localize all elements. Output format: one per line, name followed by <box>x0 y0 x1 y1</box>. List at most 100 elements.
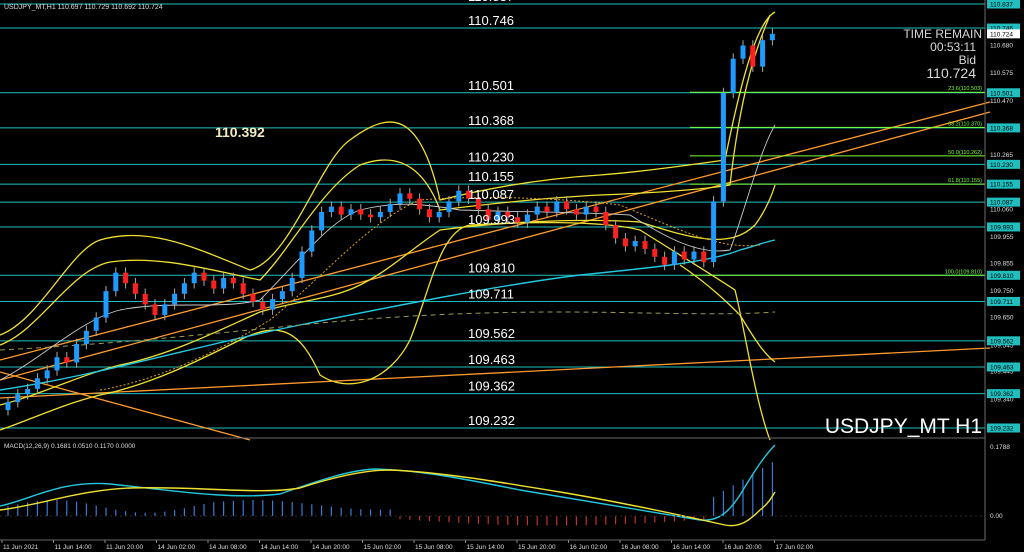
candle-body[interactable] <box>407 193 413 199</box>
candle-body[interactable] <box>593 206 599 212</box>
price-level-label: 110.230 <box>468 149 514 164</box>
candle-body[interactable] <box>603 211 609 226</box>
candle-body[interactable] <box>289 277 295 292</box>
price-box-label: 110.087 <box>990 200 1013 207</box>
candle-body[interactable] <box>319 211 325 231</box>
candle-body[interactable] <box>113 272 119 292</box>
price-box-label: 109.232 <box>990 426 1014 433</box>
candle-body[interactable] <box>387 203 393 212</box>
price-box-label: 110.155 <box>990 182 1013 189</box>
candle-body[interactable] <box>426 209 432 218</box>
candle-body[interactable] <box>270 299 276 310</box>
candle-body[interactable] <box>417 198 423 210</box>
candle-body[interactable] <box>564 201 570 210</box>
candle-body[interactable] <box>309 230 315 252</box>
macd-histogram-bar <box>428 516 430 522</box>
candle-body[interactable] <box>397 193 403 204</box>
candle-body[interactable] <box>534 206 540 215</box>
macd-histogram-bar <box>722 491 724 516</box>
candle-body[interactable] <box>652 248 658 257</box>
candle-body[interactable] <box>348 209 354 215</box>
time-remain-value: 00:53:11 <box>930 40 976 54</box>
candle-body[interactable] <box>64 357 70 363</box>
price-box-label: 110.724 <box>990 31 1013 38</box>
time-axis-label: 11 Jun 14:00 <box>55 544 92 551</box>
candle-body[interactable] <box>456 190 462 202</box>
candle-body[interactable] <box>181 283 187 294</box>
candle-body[interactable] <box>260 301 266 310</box>
candle-body[interactable] <box>142 293 148 305</box>
macd-histogram-bar <box>566 516 568 526</box>
candle-body[interactable] <box>93 317 99 331</box>
candle-body[interactable] <box>152 304 158 315</box>
candle-body[interactable] <box>583 206 589 215</box>
candle-body[interactable] <box>83 330 89 344</box>
candle-body[interactable] <box>368 214 374 218</box>
candle-body[interactable] <box>25 388 31 395</box>
candle-body[interactable] <box>524 214 530 223</box>
candle-body[interactable] <box>515 217 521 223</box>
candle-body[interactable] <box>132 283 138 294</box>
candle-body[interactable] <box>662 256 668 265</box>
candle-body[interactable] <box>750 45 756 67</box>
candle-body[interactable] <box>681 251 687 260</box>
candle-body[interactable] <box>279 291 285 300</box>
candle-body[interactable] <box>54 357 60 371</box>
candle-body[interactable] <box>328 206 334 212</box>
candle-body[interactable] <box>44 370 50 379</box>
candle-body[interactable] <box>740 45 746 59</box>
macd-histogram-bar <box>458 516 460 523</box>
macd-histogram-bar <box>644 516 646 524</box>
candle-body[interactable] <box>544 206 550 212</box>
candle-body[interactable] <box>632 240 638 247</box>
candle-body[interactable] <box>15 394 21 403</box>
candle-body[interactable] <box>760 40 766 67</box>
candle-body[interactable] <box>573 209 579 215</box>
candle-body[interactable] <box>622 238 628 247</box>
price-level-label: 110.837 <box>468 0 514 4</box>
candle-body[interactable] <box>377 211 383 218</box>
macd-histogram-bar <box>17 504 19 516</box>
macd-label: MACD(12,26,9) 0.1681 0.0510 0.1170 0.000… <box>4 443 136 450</box>
macd-histogram-bar <box>624 516 626 524</box>
candle-body[interactable] <box>172 293 178 305</box>
candle-body[interactable] <box>5 402 11 411</box>
candle-body[interactable] <box>701 251 707 263</box>
candle-body[interactable] <box>250 293 256 302</box>
macd-histogram-bar <box>272 500 274 516</box>
macd-histogram-bar <box>654 516 656 523</box>
candle-body[interactable] <box>691 251 697 260</box>
candle-body[interactable] <box>201 272 207 281</box>
macd-histogram-bar <box>330 506 332 516</box>
candle-body[interactable] <box>436 211 442 218</box>
candle-body[interactable] <box>240 283 246 294</box>
candle-body[interactable] <box>299 251 305 278</box>
price-level-label: 109.362 <box>468 379 515 394</box>
candle-body[interactable] <box>103 291 109 318</box>
price-chart[interactable]: 23.6(110.503) 38.2(110.370) 50.0(110.262) 6… <box>0 0 1024 552</box>
candle-body[interactable] <box>730 58 736 94</box>
candle-body[interactable] <box>34 378 40 389</box>
macd-histogram-bar <box>742 479 744 516</box>
candle-body[interactable] <box>162 304 168 315</box>
candle-body[interactable] <box>358 209 364 215</box>
candle-body[interactable] <box>554 201 560 212</box>
time-axis-label: 14 Jun 14:00 <box>261 544 299 551</box>
candle-body[interactable] <box>769 33 775 41</box>
candle-body[interactable] <box>711 201 717 263</box>
candle-body[interactable] <box>211 280 217 289</box>
candle-body[interactable] <box>221 277 227 289</box>
candle-body[interactable] <box>720 93 726 202</box>
candle-body[interactable] <box>671 251 677 265</box>
macd-histogram-bar <box>419 516 421 521</box>
macd-histogram-bar <box>174 510 176 516</box>
candle-body[interactable] <box>191 272 197 284</box>
candle-body[interactable] <box>230 277 236 284</box>
candle-body[interactable] <box>613 225 619 239</box>
candle-body[interactable] <box>338 206 344 215</box>
candle-body[interactable] <box>74 343 80 363</box>
macd-histogram-bar <box>536 516 538 526</box>
candle-body[interactable] <box>123 272 129 284</box>
candle-body[interactable] <box>446 201 452 212</box>
candle-body[interactable] <box>642 240 648 249</box>
